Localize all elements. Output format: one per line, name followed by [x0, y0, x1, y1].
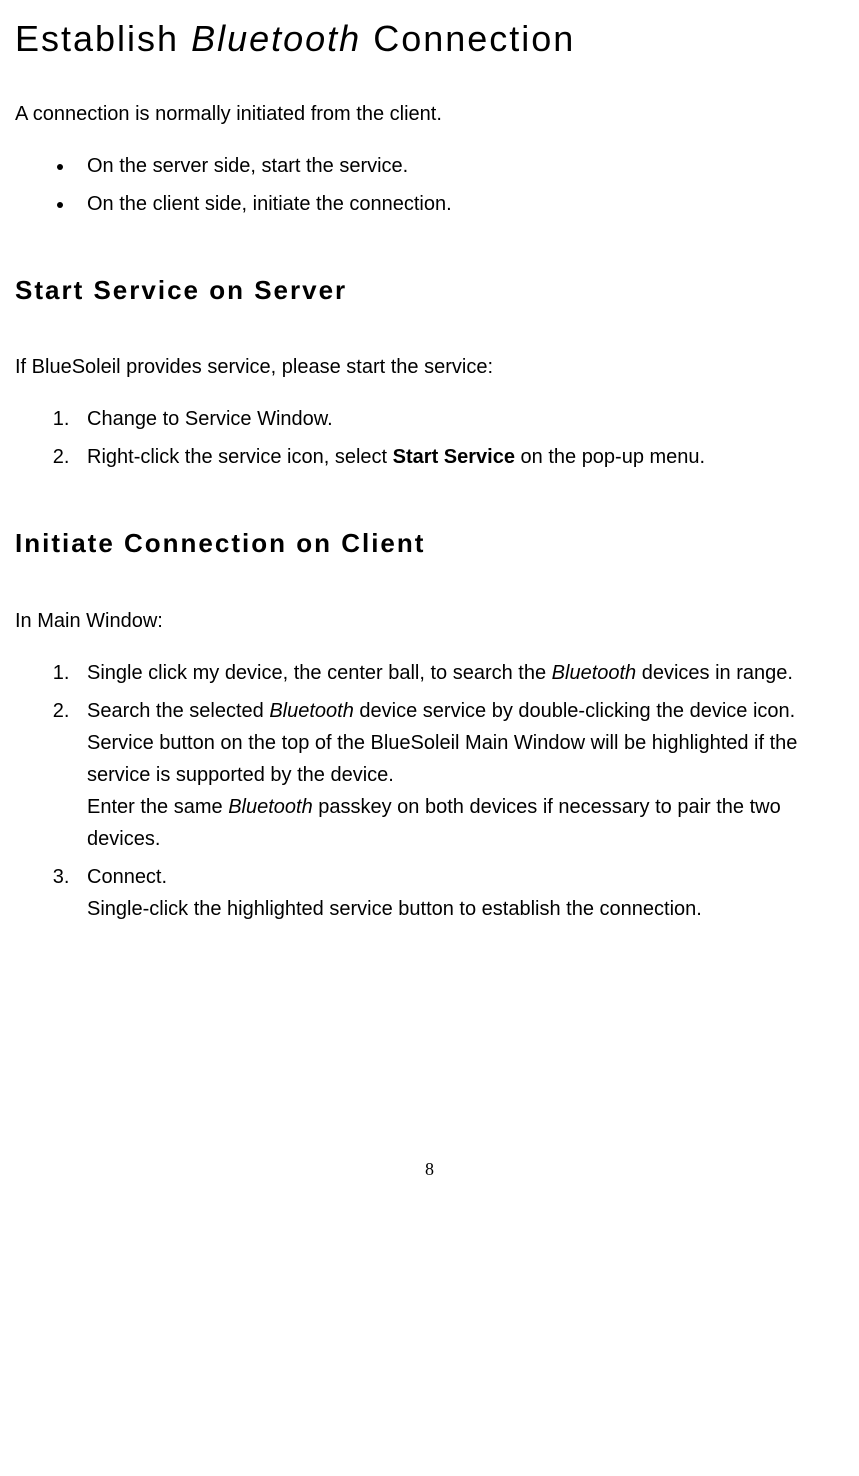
step-line1-suffix: device service by double-clicking the de…	[354, 700, 795, 722]
list-item: Right-click the service icon, select Sta…	[75, 441, 844, 473]
list-item: On the server side, start the service.	[75, 150, 844, 182]
intro-text: A connection is normally initiated from …	[15, 98, 844, 130]
step-line1-italic: Bluetooth	[269, 700, 354, 722]
section1-steps: Change to Service Window. Right-click th…	[15, 403, 844, 473]
title-part2: Bluetooth	[191, 18, 361, 59]
step-suffix: on the pop-up menu.	[515, 446, 705, 468]
step-line1-prefix: Search the selected	[87, 700, 269, 722]
list-item: Search the selected Bluetooth device ser…	[75, 695, 844, 855]
step-line2: Service button on the top of the BlueSol…	[87, 732, 797, 786]
list-item: Connect. Single-click the highlighted se…	[75, 861, 844, 925]
step-suffix: devices in range.	[636, 662, 793, 684]
section2-steps: Single click my device, the center ball,…	[15, 657, 844, 925]
section1-intro: If BlueSoleil provides service, please s…	[15, 351, 844, 383]
step-line3-prefix: Enter the same	[87, 796, 228, 818]
title-part3: Connection	[361, 18, 575, 59]
page-title: Establish Bluetooth Connection	[15, 10, 844, 68]
section2-intro: In Main Window:	[15, 605, 844, 637]
step-prefix: Single click my device, the center ball,…	[87, 662, 552, 684]
list-item: On the client side, initiate the connect…	[75, 188, 844, 220]
intro-list: On the server side, start the service. O…	[15, 150, 844, 220]
section-heading: Initiate Connection on Client	[15, 523, 844, 565]
list-item: Single click my device, the center ball,…	[75, 657, 844, 689]
step-italic: Bluetooth	[552, 662, 637, 684]
page-number: 8	[15, 1155, 844, 1184]
step-bold: Start Service	[393, 446, 515, 468]
section-heading: Start Service on Server	[15, 270, 844, 312]
step-prefix: Right-click the service icon, select	[87, 446, 393, 468]
list-item: Change to Service Window.	[75, 403, 844, 435]
step-line1: Connect.	[87, 866, 167, 888]
step-line2: Single-click the highlighted service but…	[87, 898, 702, 920]
step-line3-italic: Bluetooth	[228, 796, 313, 818]
title-part1: Establish	[15, 18, 191, 59]
